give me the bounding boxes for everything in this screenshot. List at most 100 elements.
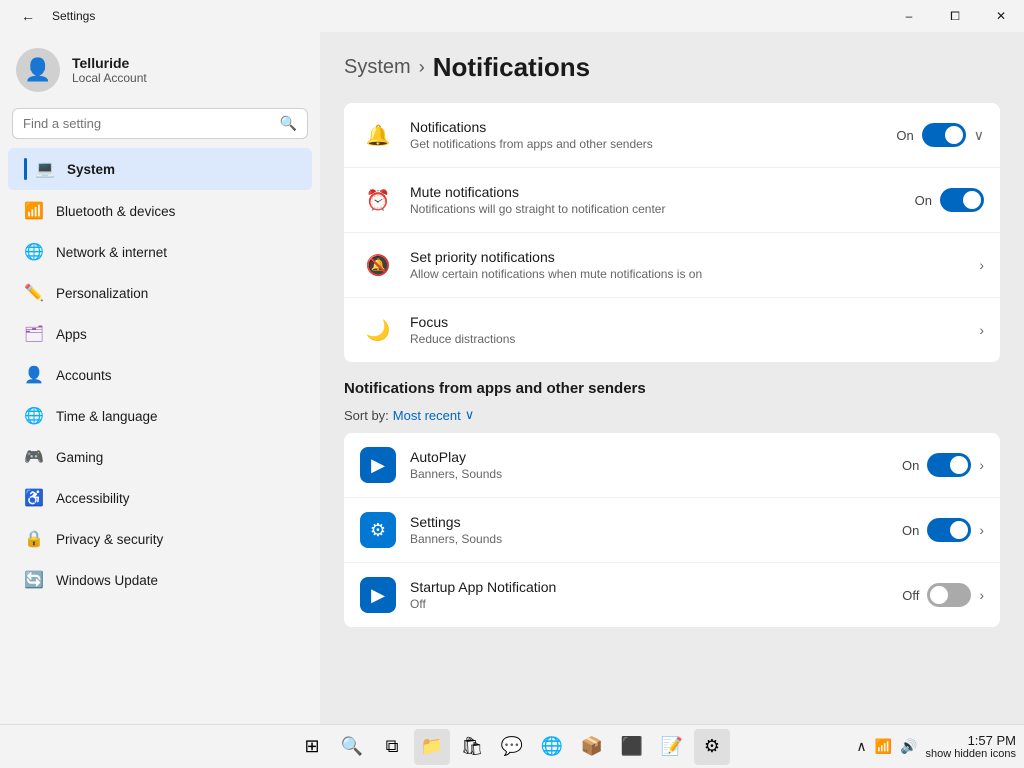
autoplay-row[interactable]: ▶ AutoPlay Banners, Sounds On › — [344, 433, 1000, 498]
accounts-icon: 👤 — [24, 365, 44, 385]
breadcrumb-parent[interactable]: System — [344, 56, 411, 79]
user-name: Telluride — [72, 55, 147, 71]
title-bar-left: ← Settings — [12, 0, 95, 32]
update-icon: 🔄 — [24, 570, 44, 590]
mute-text: Mute notifications Notifications will go… — [410, 184, 901, 216]
startup-chevron-icon: › — [979, 587, 984, 603]
volume-tray-icon[interactable]: 🔊 — [900, 738, 917, 755]
taskbar-terminal-icon[interactable]: ⬛ — [614, 729, 650, 765]
back-button[interactable]: ← — [12, 0, 44, 32]
priority-icon: 🔕 — [360, 247, 396, 283]
sort-value: Most recent — [393, 408, 461, 423]
focus-text: Focus Reduce distractions — [410, 314, 965, 346]
sidebar-item-privacy[interactable]: 🔒 Privacy & security — [8, 519, 312, 559]
sort-label: Sort by: — [344, 408, 389, 423]
sidebar-item-label-system: System — [67, 162, 115, 177]
search-input[interactable] — [23, 116, 272, 131]
sidebar-item-accounts[interactable]: 👤 Accounts — [8, 355, 312, 395]
clock: 1:57 PM — [925, 733, 1016, 748]
settings-app-chevron-icon: › — [979, 522, 984, 538]
focus-subtitle: Reduce distractions — [410, 332, 965, 346]
mute-toggle[interactable] — [940, 188, 984, 212]
system-icon: 💻 — [35, 159, 55, 179]
sort-dropdown[interactable]: Most recent ∨ — [393, 407, 474, 423]
taskbar-discord-icon[interactable]: 💬 — [494, 729, 530, 765]
taskbar-settings-icon[interactable]: ⚙ — [694, 729, 730, 765]
taskbar: ⊞ 🔍 ⧉ 📁 🛍 💬 🌐 📦 ⬛ 📝 ⚙ ∧ 📶 🔊 1:57 PM show… — [0, 724, 1024, 768]
breadcrumb: System › Notifications — [344, 52, 1000, 83]
sidebar-item-label-apps: Apps — [56, 327, 87, 342]
priority-text: Set priority notifications Allow certain… — [410, 249, 965, 281]
window-controls: – ⧠ ✕ — [886, 0, 1024, 32]
notifications-controls: On ∨ — [896, 123, 984, 147]
settings-app-text: Settings Banners, Sounds — [410, 514, 888, 546]
sidebar-item-time[interactable]: 🌐 Time & language — [8, 396, 312, 436]
notifications-expand-icon[interactable]: ∨ — [974, 127, 984, 144]
autoplay-subtitle: Banners, Sounds — [410, 467, 888, 481]
priority-subtitle: Allow certain notifications when mute no… — [410, 267, 965, 281]
settings-app-icon: ⚙ — [360, 512, 396, 548]
sidebar-item-personalization[interactable]: ✏️ Personalization — [8, 273, 312, 313]
focus-controls: › — [979, 322, 984, 338]
mute-notifications-row[interactable]: ⏰ Mute notifications Notifications will … — [344, 168, 1000, 233]
taskbar-search-icon[interactable]: 🔍 — [334, 729, 370, 765]
notifications-toggle[interactable] — [922, 123, 966, 147]
startup-title: Startup App Notification — [410, 579, 888, 595]
startup-status: Off — [902, 588, 919, 603]
taskbar-notes-icon[interactable]: 📝 — [654, 729, 690, 765]
sidebar-item-network[interactable]: 🌐 Network & internet — [8, 232, 312, 272]
mute-status: On — [915, 193, 932, 208]
network-icon: 🌐 — [24, 242, 44, 262]
sort-chevron-icon: ∨ — [465, 407, 475, 423]
autoplay-status: On — [902, 458, 919, 473]
active-indicator — [24, 158, 27, 180]
startup-text: Startup App Notification Off — [410, 579, 888, 611]
close-button[interactable]: ✕ — [978, 0, 1024, 32]
sidebar-item-system[interactable]: 💻 System — [8, 148, 312, 190]
show-hidden-tray-icon[interactable]: ∧ — [856, 738, 866, 755]
time-icon: 🌐 — [24, 406, 44, 426]
autoplay-toggle[interactable] — [927, 453, 971, 477]
sidebar-item-label-personalization: Personalization — [56, 286, 148, 301]
notifications-text: Notifications Get notifications from app… — [410, 119, 882, 151]
mute-title: Mute notifications — [410, 184, 901, 200]
sidebar-item-bluetooth[interactable]: 📶 Bluetooth & devices — [8, 191, 312, 231]
settings-app-toggle[interactable] — [927, 518, 971, 542]
mute-icon: ⏰ — [360, 182, 396, 218]
taskbar-store-icon[interactable]: 🛍 — [454, 729, 490, 765]
notifications-row[interactable]: 🔔 Notifications Get notifications from a… — [344, 103, 1000, 168]
start-button[interactable]: ⊞ — [294, 729, 330, 765]
startup-subtitle: Off — [410, 597, 888, 611]
startup-toggle[interactable] — [927, 583, 971, 607]
sidebar-nav: 💻 System 📶 Bluetooth & devices 🌐 Network… — [0, 147, 320, 601]
app-body: 👤 Telluride Local Account 🔍 💻 System 📶 B… — [0, 32, 1024, 724]
time-block[interactable]: 1:57 PM show hidden icons — [925, 733, 1016, 760]
network-tray-icon[interactable]: 📶 — [875, 738, 892, 755]
focus-title: Focus — [410, 314, 965, 330]
user-section[interactable]: 👤 Telluride Local Account — [0, 32, 320, 108]
priority-row[interactable]: 🔕 Set priority notifications Allow certa… — [344, 233, 1000, 298]
taskbar-center: ⊞ 🔍 ⧉ 📁 🛍 💬 🌐 📦 ⬛ 📝 ⚙ — [294, 729, 730, 765]
taskbar-edge-icon[interactable]: 🌐 — [534, 729, 570, 765]
search-box[interactable]: 🔍 — [12, 108, 308, 139]
sidebar-item-apps[interactable]: 🗂 Apps — [8, 314, 312, 354]
sidebar-item-gaming[interactable]: 🎮 Gaming — [8, 437, 312, 477]
taskbar-media-icon[interactable]: 📦 — [574, 729, 610, 765]
main-settings-card: 🔔 Notifications Get notifications from a… — [344, 103, 1000, 362]
privacy-icon: 🔒 — [24, 529, 44, 549]
sidebar-item-update[interactable]: 🔄 Windows Update — [8, 560, 312, 600]
autoplay-chevron-icon: › — [979, 457, 984, 473]
bell-icon: 🔔 — [360, 117, 396, 153]
sidebar-item-accessibility[interactable]: ♿ Accessibility — [8, 478, 312, 518]
startup-row[interactable]: ▶ Startup App Notification Off Off › — [344, 563, 1000, 627]
task-view-icon[interactable]: ⧉ — [374, 729, 410, 765]
settings-app-row[interactable]: ⚙ Settings Banners, Sounds On › — [344, 498, 1000, 563]
minimize-button[interactable]: – — [886, 0, 932, 32]
taskbar-explorer-icon[interactable]: 📁 — [414, 729, 450, 765]
autoplay-title: AutoPlay — [410, 449, 888, 465]
focus-row[interactable]: 🌙 Focus Reduce distractions › — [344, 298, 1000, 362]
autoplay-controls: On › — [902, 453, 984, 477]
avatar: 👤 — [16, 48, 60, 92]
maximize-button[interactable]: ⧠ — [932, 0, 978, 32]
accessibility-icon: ♿ — [24, 488, 44, 508]
